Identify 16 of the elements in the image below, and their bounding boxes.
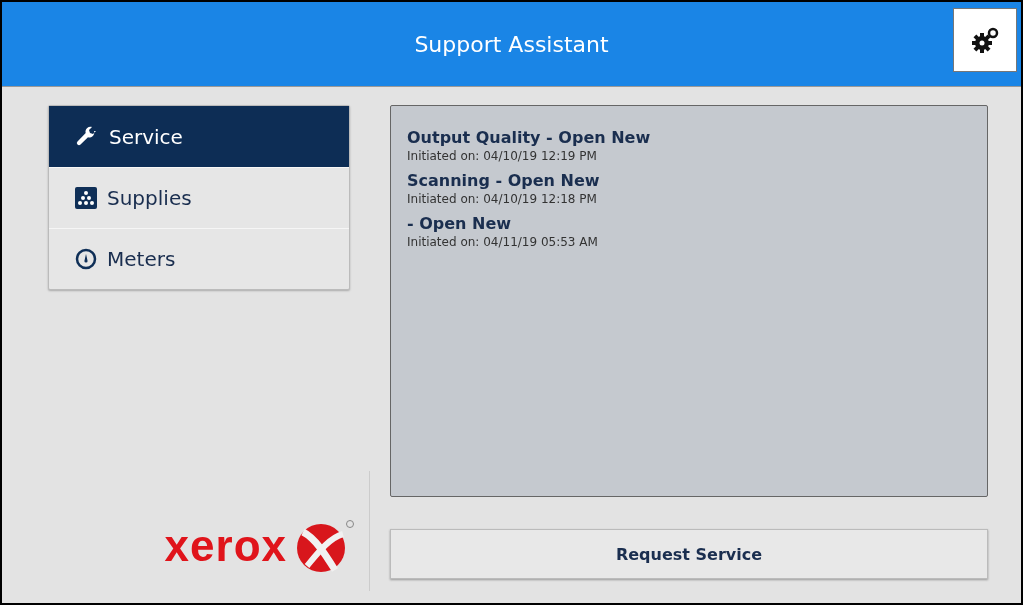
request-date: Initiated on: 04/10/19 12:18 PM: [407, 192, 598, 206]
request-title: Output Quality - Open New: [407, 128, 652, 147]
request-date: Initiated on: 04/10/19 12:19 PM: [407, 149, 598, 163]
gauge-icon: [75, 248, 97, 270]
supplies-icon: [75, 187, 97, 209]
request-date: Initiated on: 04/11/19 05:53 AM: [407, 235, 599, 249]
menu-item[interactable]: Meters: [49, 228, 349, 289]
request-service-button[interactable]: Request Service: [390, 529, 988, 579]
window-title: Support Assistant: [414, 31, 609, 57]
settings-button[interactable]: [953, 8, 1017, 72]
xerox-logo: xerox: [164, 471, 370, 591]
request-title: Scanning - Open New: [407, 171, 601, 190]
settings-icon: [970, 26, 1000, 54]
menu-item[interactable]: Service: [49, 106, 349, 167]
request-title: - Open New: [407, 214, 513, 233]
menu-item[interactable]: Supplies: [49, 167, 349, 228]
